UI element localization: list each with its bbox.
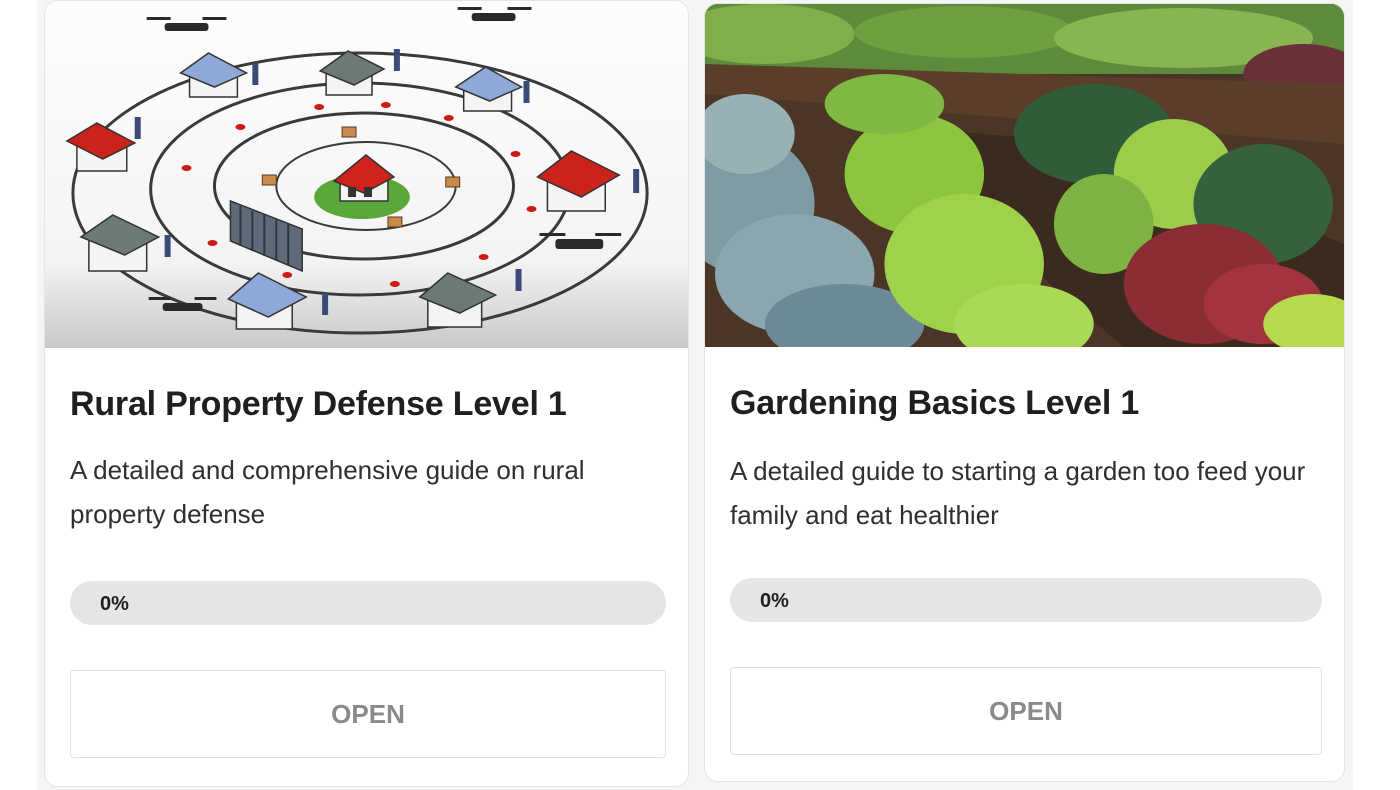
rural-defense-illustration [45, 1, 688, 348]
vegetable-garden-photo [705, 4, 1344, 347]
course-description: A detailed guide to starting a garden to… [730, 456, 1306, 530]
course-card-gardening[interactable]: Gardening Basics Level 1 A detailed guid… [704, 3, 1345, 782]
course-title[interactable]: Rural Property Defense Level 1 [70, 385, 567, 424]
course-title[interactable]: Gardening Basics Level 1 [730, 384, 1139, 423]
open-button[interactable]: OPEN [70, 670, 666, 758]
progress-label: 0% [760, 590, 789, 612]
open-button[interactable]: OPEN [730, 667, 1322, 755]
course-description: A detailed and comprehensive guide on ru… [70, 455, 585, 529]
course-card-rural-defense[interactable]: Rural Property Defense Level 1 A detaile… [44, 0, 689, 787]
progress-bar: 0% [70, 581, 666, 625]
progress-label: 0% [100, 593, 129, 615]
course-thumbnail[interactable] [45, 1, 688, 348]
course-thumbnail[interactable] [705, 4, 1344, 347]
progress-bar: 0% [730, 578, 1322, 622]
